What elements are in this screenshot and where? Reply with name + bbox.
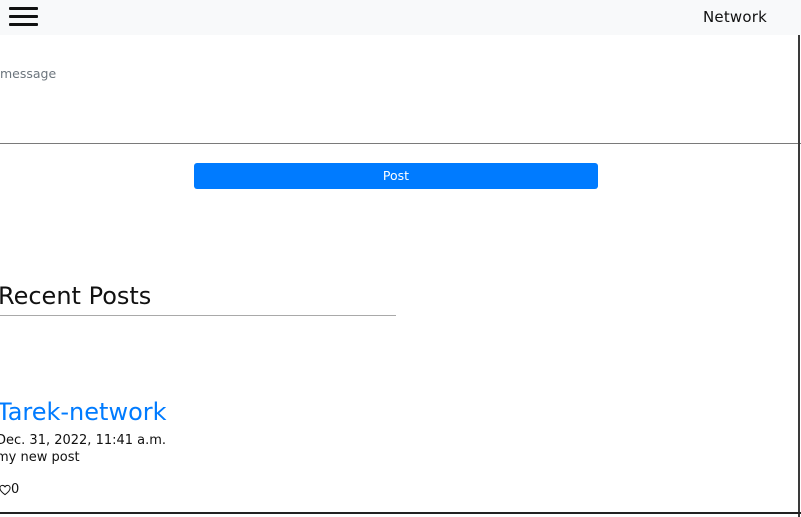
- post-button[interactable]: Post: [194, 163, 598, 189]
- hamburger-menu-icon[interactable]: [9, 7, 38, 26]
- post-author-link[interactable]: Tarek-network: [0, 398, 167, 426]
- heading-divider: [0, 315, 396, 316]
- like-count: 0: [11, 482, 20, 497]
- brand-link[interactable]: Network: [703, 8, 767, 26]
- page-edge-divider: [798, 35, 800, 517]
- post-timestamp: Dec. 31, 2022, 11:41 a.m.: [0, 433, 167, 448]
- bottom-divider: [0, 512, 801, 514]
- recent-posts-heading: Recent Posts: [0, 282, 152, 310]
- like-control: 0: [0, 482, 19, 497]
- navbar: Network: [0, 0, 801, 35]
- message-input[interactable]: [0, 35, 801, 144]
- heart-outline-icon[interactable]: [0, 484, 11, 496]
- post-content: my new post: [0, 450, 80, 465]
